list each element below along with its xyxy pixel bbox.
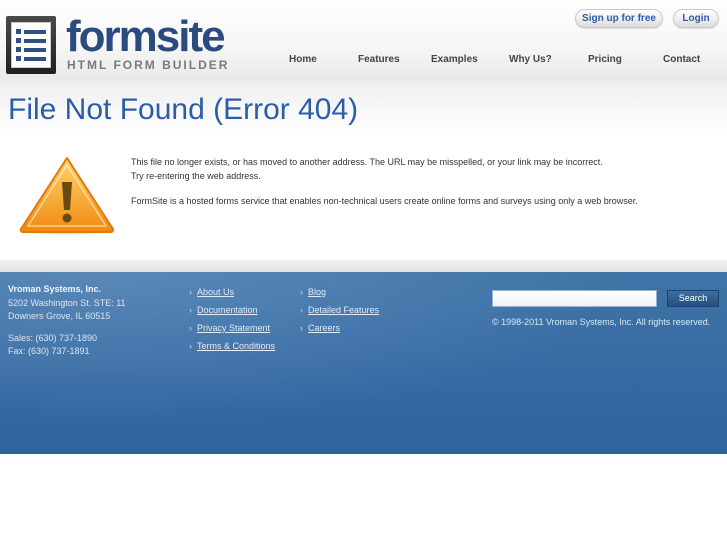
nav-examples[interactable]: Examples xyxy=(431,54,478,65)
retry-message: Try re-entering the web address. xyxy=(131,171,261,181)
nav-contact[interactable]: Contact xyxy=(663,54,700,65)
nav-features[interactable]: Features xyxy=(358,54,400,65)
chevron-right-icon: › xyxy=(189,323,192,333)
footer-link-blog[interactable]: Blog xyxy=(308,287,326,297)
search-input[interactable] xyxy=(492,290,657,307)
chevron-right-icon: › xyxy=(300,305,303,315)
page-title: File Not Found (Error 404) xyxy=(8,93,359,126)
company-name: Vroman Systems, Inc. xyxy=(8,284,102,294)
logo-tagline: HTML FORM BUILDER xyxy=(67,58,230,72)
form-document-icon xyxy=(6,16,56,74)
footer-link-careers[interactable]: Careers xyxy=(308,323,340,333)
sales-phone: Sales: (630) 737-1890 xyxy=(8,333,98,343)
chevron-right-icon: › xyxy=(189,341,192,351)
login-button[interactable]: Login xyxy=(673,9,719,28)
chevron-right-icon: › xyxy=(189,287,192,297)
footer-link-detailed-features[interactable]: Detailed Features xyxy=(308,305,379,315)
signup-button[interactable]: Sign up for free xyxy=(575,9,663,28)
footer-link-terms[interactable]: Terms & Conditions xyxy=(197,341,275,351)
footer-link-privacy[interactable]: Privacy Statement xyxy=(197,323,270,333)
chevron-right-icon: › xyxy=(300,287,303,297)
site-header: formsite HTML FORM BUILDER Sign up for f… xyxy=(0,0,727,80)
footer-divider xyxy=(0,260,727,272)
formsite-logo[interactable]: formsite HTML FORM BUILDER xyxy=(6,14,230,76)
address-line-2: Downers Grove, IL 60515 xyxy=(8,311,111,321)
logo-wordmark: formsite xyxy=(66,12,226,61)
address-line-1: 5202 Washington St. STE: 11 xyxy=(8,298,126,308)
service-description: FormSite is a hosted forms service that … xyxy=(131,196,638,206)
error-message: This file no longer exists, or has moved… xyxy=(131,157,603,167)
nav-home[interactable]: Home xyxy=(289,54,317,65)
copyright-notice: © 1998-2011 Vroman Systems, Inc. All rig… xyxy=(492,317,711,327)
fax-number: Fax: (630) 737-1891 xyxy=(8,346,90,356)
nav-pricing[interactable]: Pricing xyxy=(588,54,622,65)
warning-icon xyxy=(19,157,115,236)
search-button[interactable]: Search xyxy=(667,290,719,307)
footer-link-about-us[interactable]: About Us xyxy=(197,287,234,297)
chevron-right-icon: › xyxy=(300,323,303,333)
footer-link-documentation[interactable]: Documentation xyxy=(197,305,258,315)
nav-why-us[interactable]: Why Us? xyxy=(509,54,552,65)
chevron-right-icon: › xyxy=(189,305,192,315)
